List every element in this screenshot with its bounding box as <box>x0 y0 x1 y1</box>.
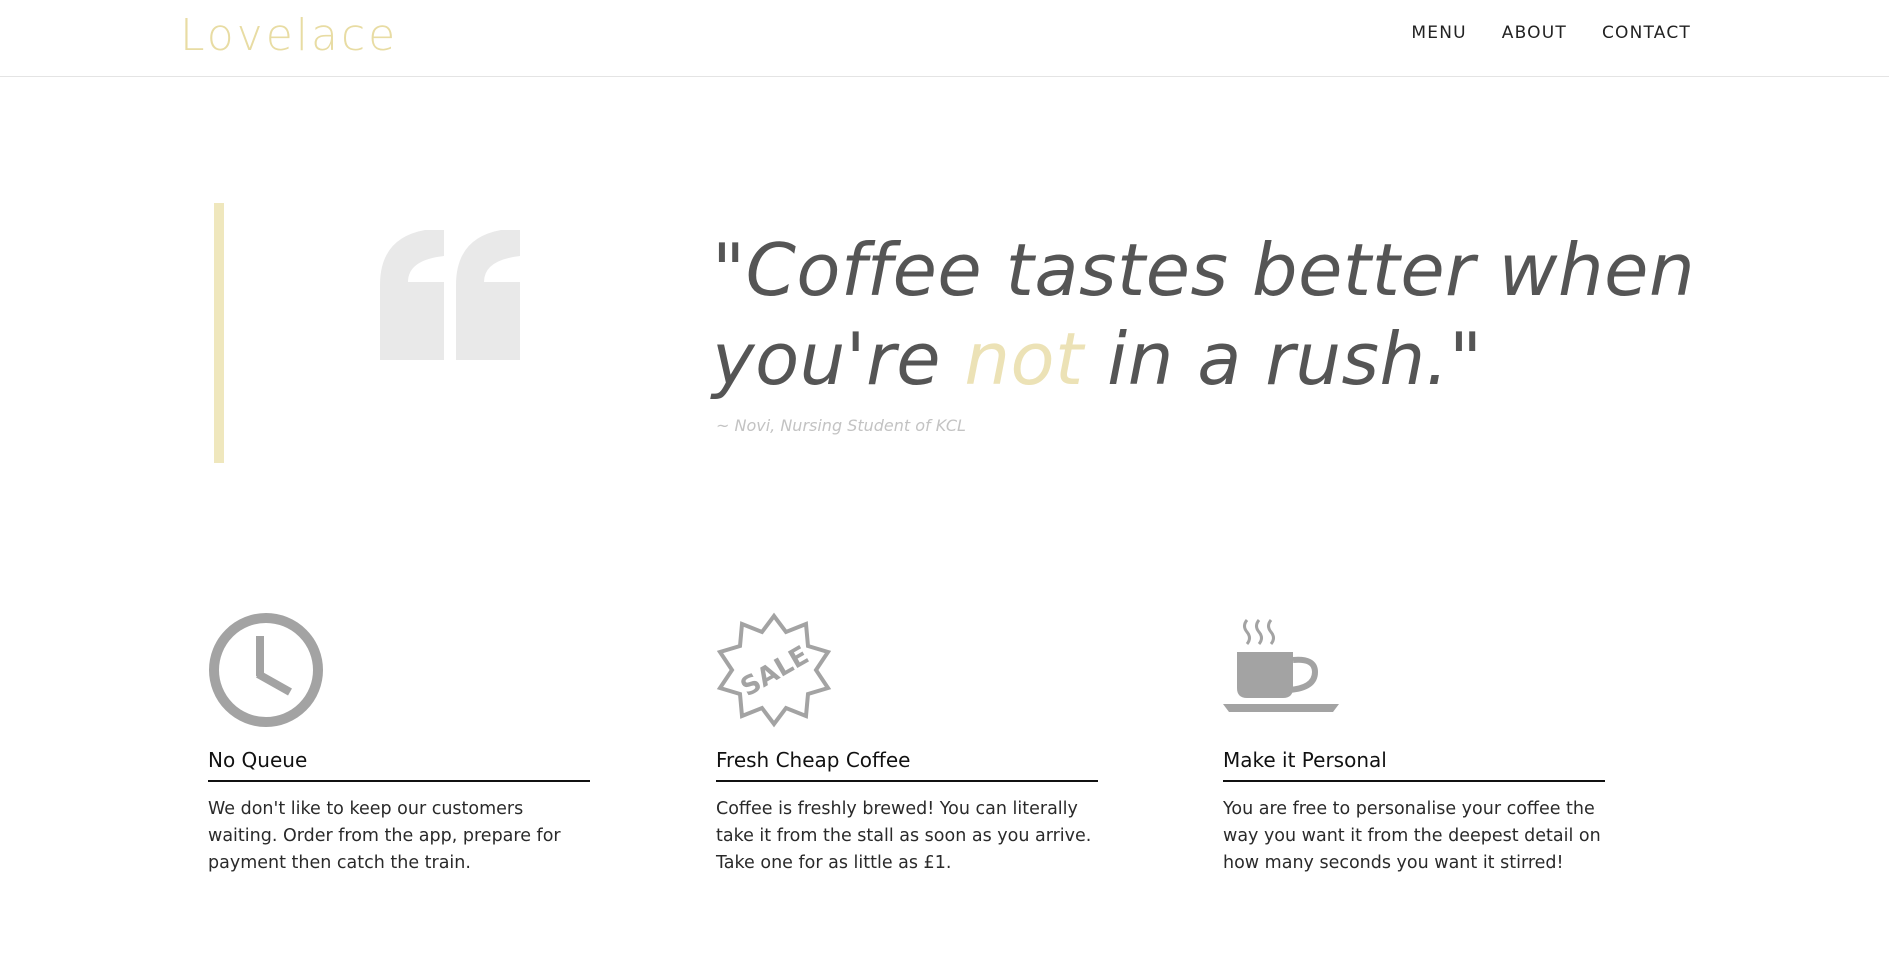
sale-badge-icon: SALE <box>716 612 832 728</box>
feature-title: Fresh Cheap Coffee <box>716 748 1098 782</box>
quote-line-2-end: in a rush." <box>1083 317 1483 401</box>
quote-mark-icon <box>380 230 520 360</box>
feature-description: We don't like to keep our customers wait… <box>208 799 561 873</box>
main-nav: MENU ABOUT CONTACT <box>1411 23 1691 43</box>
sale-badge-text: SALE <box>736 640 814 703</box>
nav-menu-link[interactable]: MENU <box>1411 23 1466 43</box>
feature-make-it-personal: Make it Personal You are free to persona… <box>1223 612 1605 877</box>
clock-icon <box>209 613 323 727</box>
quote-line-1: "Coffee tastes better when <box>712 228 1696 312</box>
feature-description: Coffee is freshly brewed! You can litera… <box>716 799 1092 873</box>
feature-title: No Queue <box>208 748 590 782</box>
logo[interactable]: Lovelace <box>180 8 398 64</box>
quote-line-2: you're not in a rush." <box>712 315 1712 404</box>
nav-contact-link[interactable]: CONTACT <box>1602 23 1691 43</box>
quote-highlight-word: not <box>964 317 1084 401</box>
quote-line-2-start: you're <box>712 317 965 401</box>
nav-about-link[interactable]: ABOUT <box>1502 23 1567 43</box>
feature-fresh-cheap-coffee: SALE Fresh Cheap Coffee Coffee is freshl… <box>716 612 1098 877</box>
feature-no-queue: No Queue We don't like to keep our custo… <box>208 612 590 877</box>
feature-description: You are free to personalise your coffee … <box>1223 799 1601 873</box>
coffee-cup-icon <box>1223 619 1339 712</box>
feature-title: Make it Personal <box>1223 748 1605 782</box>
quote-author: ~ Novi, Nursing Student of KCL <box>716 416 966 435</box>
site-header: Lovelace MENU ABOUT CONTACT <box>0 0 1889 77</box>
quote-text: "Coffee tastes better when you're not in… <box>712 226 1712 404</box>
quote-accent-bar <box>214 203 224 463</box>
